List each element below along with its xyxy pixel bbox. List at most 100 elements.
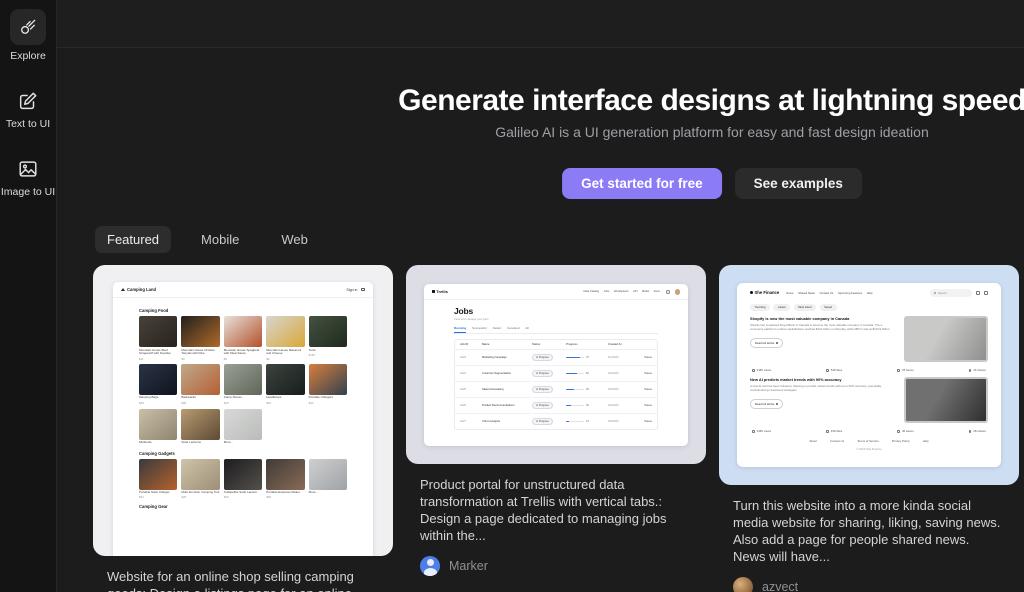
mini-page-subtitle: View and manage your jobs bbox=[454, 317, 658, 321]
get-started-button[interactable]: Get started for free bbox=[562, 168, 722, 199]
mini-nav-item: Upcoming Features bbox=[838, 291, 862, 295]
mini-nav-item: Shared News bbox=[798, 291, 815, 295]
author-name: Marker bbox=[449, 559, 488, 573]
product-price: $30 bbox=[224, 495, 262, 499]
job-id: #127 bbox=[460, 420, 482, 423]
top-bar bbox=[57, 0, 1024, 48]
product-price: $52 bbox=[139, 495, 177, 499]
card-column: Trellis Data Catalog Jobs Workspaces API… bbox=[406, 265, 706, 592]
stat-icon bbox=[752, 430, 755, 433]
product-image bbox=[139, 409, 177, 440]
row-action: Pause bbox=[636, 420, 652, 423]
read-article-button: Read full article bbox=[750, 399, 783, 409]
product-name: Mountain House Macaroni and Cheese bbox=[266, 349, 304, 357]
product-image bbox=[309, 364, 347, 395]
product-card: Headlamps $30 bbox=[266, 364, 304, 405]
product-image bbox=[181, 409, 219, 440]
mini-table-row: #123 Marketing Campaign In Progress 75 6… bbox=[455, 350, 657, 366]
product-name: Backpacks bbox=[181, 396, 219, 400]
card-column: Camping Land Sign in Camping Food Mounta… bbox=[93, 265, 393, 592]
product-name: Collapsible Solar Lantern bbox=[224, 491, 262, 495]
mini-nav-item: Help bbox=[867, 291, 873, 295]
product-card: Portable Solar Charger $52 bbox=[139, 459, 177, 500]
mini-nav-item: Data Catalog bbox=[583, 290, 599, 293]
product-card: Multitools bbox=[139, 409, 177, 446]
design-card-she-finance: She Finance Home Shared News Contact Us … bbox=[719, 265, 1019, 592]
footer-link: Help bbox=[923, 439, 929, 443]
mini-table-row: #126 Product Recommendations In Progress… bbox=[455, 398, 657, 414]
tab-web[interactable]: Web bbox=[269, 226, 320, 253]
card-preview[interactable]: Camping Land Sign in Camping Food Mounta… bbox=[93, 265, 393, 556]
row-action: Pause bbox=[636, 404, 652, 407]
filter-pill: Saved bbox=[820, 304, 837, 312]
filter-pill: Most Liked bbox=[794, 304, 817, 312]
sidebar-item-image-to-ui[interactable]: Image to UI bbox=[1, 151, 55, 198]
product-image bbox=[224, 364, 262, 395]
card-author: Marker bbox=[420, 556, 692, 576]
product-card: Portable Chargers $40 bbox=[309, 364, 347, 405]
product-image bbox=[181, 364, 219, 395]
mini-nav-item: Jobs bbox=[604, 290, 610, 293]
product-card: Sleeping Bags $65 bbox=[139, 364, 177, 405]
job-name: Churn Analysis bbox=[482, 420, 532, 423]
product-image bbox=[139, 459, 177, 490]
logo-icon bbox=[750, 291, 753, 294]
product-image bbox=[181, 316, 219, 347]
card-preview[interactable]: Trellis Data Catalog Jobs Workspaces API… bbox=[406, 265, 706, 464]
product-card: Mountain House Macaroni and Cheese $9 bbox=[266, 316, 304, 361]
mini-sign-in: Sign in bbox=[346, 288, 357, 292]
product-name: Camp Stoves bbox=[224, 396, 262, 400]
sidebar-item-explore[interactable]: Explore bbox=[10, 9, 46, 62]
article-image bbox=[904, 377, 988, 423]
created-date: 6/3/2023 bbox=[608, 388, 636, 391]
progress-value: 75 bbox=[586, 356, 589, 359]
product-name: Sleeping Bags bbox=[139, 396, 177, 400]
product-image bbox=[181, 459, 219, 490]
article-image bbox=[904, 316, 988, 362]
product-card: Collapsible Solar Lantern $30 bbox=[224, 459, 262, 500]
job-name: Sales Forecasting bbox=[482, 388, 532, 391]
sidebar-item-label: Text to UI bbox=[6, 118, 50, 130]
progress-bar bbox=[566, 389, 584, 391]
sidebar-item-text-to-ui[interactable]: Text to UI bbox=[6, 83, 50, 130]
see-examples-button[interactable]: See examples bbox=[735, 168, 862, 199]
filter-tabs: Featured Mobile Web bbox=[95, 226, 320, 253]
avatar bbox=[675, 289, 681, 295]
cards-grid: Camping Land Sign in Camping Food Mounta… bbox=[93, 265, 1019, 592]
product-name: Mountain House Spaghetti with Meat Sauce bbox=[224, 349, 262, 357]
product-image bbox=[224, 409, 262, 440]
article-stat: 46 saves bbox=[897, 429, 913, 433]
mini-nav-item: Docs bbox=[654, 290, 660, 293]
tab-featured[interactable]: Featured bbox=[95, 226, 171, 253]
progress-bar bbox=[566, 405, 584, 407]
stat-icon bbox=[826, 430, 829, 433]
mini-table-row: #124 Customer Segmentation In Progress 6… bbox=[455, 366, 657, 382]
image-icon bbox=[16, 157, 40, 181]
mini-table-header-cell: Name bbox=[482, 343, 532, 346]
stat-icon bbox=[752, 369, 755, 372]
product-name: Multi-Function Camping Tool bbox=[181, 491, 219, 495]
tab-mobile[interactable]: Mobile bbox=[189, 226, 251, 253]
product-card: Mountain House Chicken Teriyaki with Ric… bbox=[181, 316, 219, 361]
product-name: Mountain House Chicken Teriyaki with Ric… bbox=[181, 349, 219, 357]
job-id: #123 bbox=[460, 356, 482, 359]
product-name: Mountain House Beef Stroganoff with Nood… bbox=[139, 349, 177, 357]
product-image bbox=[224, 316, 262, 347]
job-id: #126 bbox=[460, 404, 482, 407]
article-stat: 548 likes bbox=[826, 368, 842, 372]
mini-table-header-cell: Status bbox=[532, 343, 566, 346]
mini-brand: She Finance bbox=[755, 290, 780, 295]
mini-section-title: Camping Food bbox=[139, 308, 347, 313]
author-avatar bbox=[420, 556, 440, 576]
row-action: Pause bbox=[636, 388, 652, 391]
status-badge: In Progress bbox=[532, 386, 553, 393]
stat-icon bbox=[969, 369, 972, 372]
product-price: $9 bbox=[266, 357, 304, 361]
logo-icon bbox=[432, 290, 435, 293]
article-stat: 78 saves bbox=[897, 368, 913, 372]
card-preview[interactable]: She Finance Home Shared News Contact Us … bbox=[719, 265, 1019, 485]
design-card-camping: Camping Land Sign in Camping Food Mounta… bbox=[93, 265, 393, 592]
status-badge: In Progress bbox=[532, 370, 553, 377]
article-stat: 2456 views bbox=[752, 368, 771, 372]
mini-section-title: Camping Gadgets bbox=[139, 451, 347, 456]
